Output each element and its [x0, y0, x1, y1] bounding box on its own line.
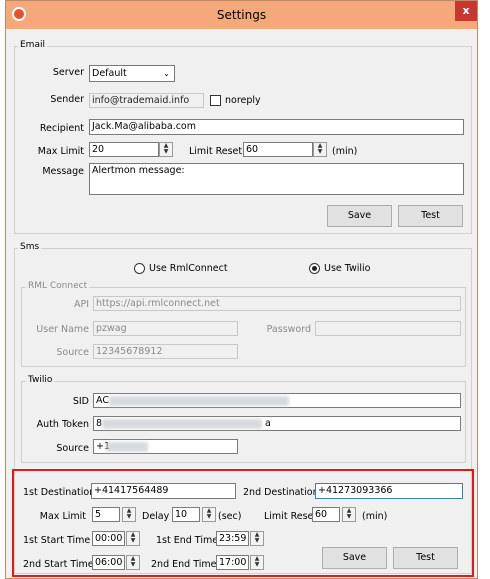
radio-selected-dot	[312, 266, 317, 271]
email-limit-reset-unit: (min)	[332, 146, 358, 157]
email-max-limit-stepper[interactable]: 20 ▲ ▼	[89, 142, 173, 157]
rml-source-field[interactable]: 12345678912	[93, 344, 238, 359]
twilio-auth-token-tail: a	[265, 418, 271, 429]
updown-arrows-icon[interactable]: ▲ ▼	[313, 142, 327, 157]
rml-password-label: Password	[266, 324, 311, 335]
noreply-label: noreply	[225, 95, 261, 106]
chevron-down-icon: ⌄	[163, 69, 170, 78]
rml-api-field[interactable]: https://api.rmlconnect.net	[93, 296, 461, 311]
rml-password-field[interactable]	[315, 321, 461, 336]
use-twilio-radio[interactable]	[309, 263, 320, 274]
sender-field[interactable]: info@trademaid.info	[89, 93, 204, 108]
redacted-source	[106, 442, 148, 452]
server-label: Server	[52, 67, 84, 78]
rml-user-name-label: User Name	[36, 324, 89, 335]
sms-group-label: Sms	[18, 242, 42, 252]
close-button[interactable]: x	[455, 1, 477, 21]
email-max-limit-label: Max Limit	[37, 146, 84, 157]
rml-source-label: Source	[56, 347, 89, 358]
window-title: Settings	[216, 8, 267, 22]
server-select[interactable]: Default ⌄	[89, 65, 175, 82]
rml-api-label: API	[73, 299, 89, 310]
use-rmlconnect-label: Use RmlConnect	[149, 263, 228, 274]
twilio-sid-value: AC	[96, 395, 109, 406]
recipient-label: Recipient	[39, 123, 84, 134]
updown-arrows-icon[interactable]: ▲ ▼	[159, 142, 173, 157]
email-save-button[interactable]: Save	[327, 205, 392, 227]
email-max-limit-value[interactable]: 20	[89, 142, 159, 157]
email-test-button[interactable]: Test	[398, 205, 463, 227]
twilio-sid-label: SID	[72, 396, 89, 407]
message-textarea[interactable]: Alertmon message:	[89, 163, 464, 195]
email-limit-reset-value[interactable]: 60	[243, 142, 313, 157]
message-label: Message	[42, 166, 84, 177]
redacted-sid	[109, 396, 289, 406]
recipient-field[interactable]: Jack.Ma@alibaba.com	[89, 119, 464, 135]
use-rmlconnect-radio[interactable]	[134, 263, 145, 274]
server-value: Default	[92, 68, 127, 79]
email-group-label: Email	[18, 40, 47, 50]
rml-connect-group-label: RML Connect	[26, 281, 90, 291]
sender-label: Sender	[50, 94, 84, 105]
noreply-checkbox[interactable]	[210, 95, 221, 106]
use-twilio-label: Use Twilio	[324, 263, 371, 274]
title-bar: Settings x	[6, 1, 477, 29]
email-limit-reset-stepper[interactable]: 60 ▲ ▼	[243, 142, 327, 157]
redacted-auth-token	[102, 419, 262, 429]
rml-user-name-field[interactable]: pzwag	[93, 321, 238, 336]
twilio-group-label: Twilio	[26, 375, 55, 385]
twilio-auth-token-label: Auth Token	[36, 419, 89, 430]
highlight-box	[12, 469, 474, 577]
email-limit-reset-label: Limit Reset	[189, 146, 243, 157]
twilio-source-label: Source	[56, 443, 89, 454]
